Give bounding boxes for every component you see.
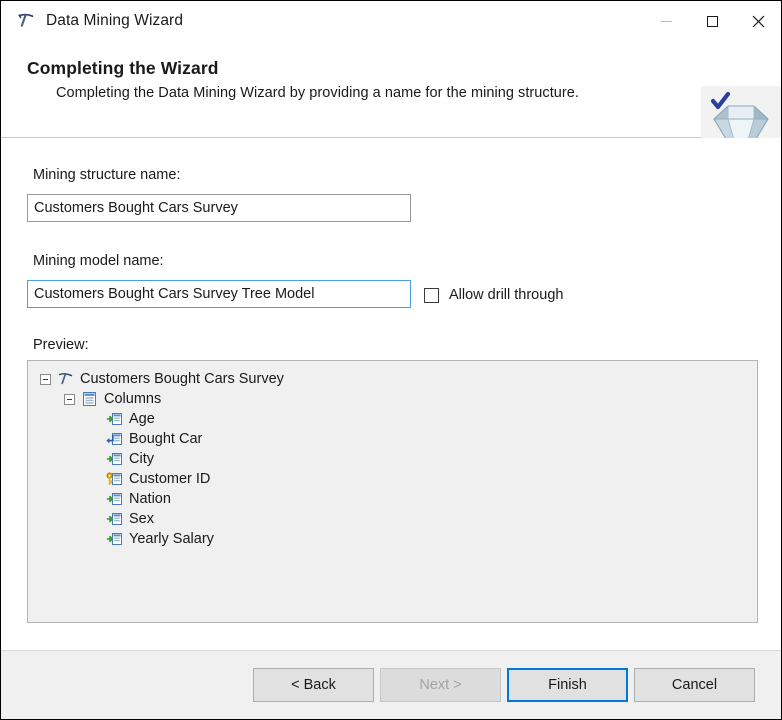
maximize-icon (707, 16, 718, 27)
tree-node-column-label: Customer ID (129, 469, 210, 490)
preview-panel[interactable]: Customers Bought Cars Survey (27, 360, 758, 623)
key-column-icon (106, 471, 123, 487)
input-column-icon (106, 411, 123, 427)
minimize-icon (661, 21, 672, 22)
data-mining-wizard-window: Data Mining Wizard Completing the Wizard… (0, 0, 782, 720)
mining-model-name-input[interactable]: Customers Bought Cars Survey Tree Model (27, 280, 411, 308)
page-subtitle: Completing the Data Mining Wizard by pro… (56, 85, 579, 101)
mining-structure-name-input[interactable]: Customers Bought Cars Survey (27, 194, 411, 222)
input-column-icon (106, 511, 123, 527)
finish-button[interactable]: Finish (507, 668, 628, 702)
title-bar: Data Mining Wizard (1, 1, 781, 41)
tree-node-column[interactable]: Nation (28, 489, 757, 509)
close-button[interactable] (735, 1, 781, 41)
tree-node-column-label: City (129, 449, 154, 470)
blue-checkmark-icon (713, 94, 728, 107)
tree-node-column-label: Nation (129, 489, 171, 510)
input-column-icon (106, 531, 123, 547)
close-icon (752, 15, 765, 28)
structure-tree: Customers Bought Cars Survey (28, 369, 757, 549)
back-button[interactable]: < Back (253, 668, 374, 702)
preview-label: Preview: (33, 337, 89, 353)
cancel-button[interactable]: Cancel (634, 668, 755, 702)
maximize-button[interactable] (689, 1, 735, 41)
tree-node-column-label: Sex (129, 509, 154, 530)
input-column-icon (106, 491, 123, 507)
page-title: Completing the Wizard (27, 58, 219, 79)
tree-node-columns-label: Columns (104, 389, 161, 410)
tree-node-column[interactable]: Sex (28, 509, 757, 529)
pickaxe-icon (15, 10, 37, 32)
expander-columns[interactable] (64, 394, 75, 405)
tree-node-column[interactable]: Age (28, 409, 757, 429)
tree-node-columns[interactable]: Columns (28, 389, 757, 409)
title-bar-left: Data Mining Wizard (1, 10, 183, 32)
tree-node-column[interactable]: Bought Car (28, 429, 757, 449)
tree-node-column[interactable]: Yearly Salary (28, 529, 757, 549)
minimize-button[interactable] (643, 1, 689, 41)
wizard-header: Completing the Wizard Completing the Dat… (1, 41, 781, 138)
tree-node-root[interactable]: Customers Bought Cars Survey (28, 369, 757, 389)
next-button: Next > (380, 668, 501, 702)
tree-node-column-label: Yearly Salary (129, 529, 214, 550)
mining-model-name-label: Mining model name: (33, 253, 164, 269)
checkbox-box (424, 288, 439, 303)
mining-structure-name-label: Mining structure name: (33, 167, 180, 183)
tree-node-column[interactable]: Customer ID (28, 469, 757, 489)
allow-drill-through-checkbox[interactable]: Allow drill through (424, 287, 563, 303)
tree-node-column[interactable]: City (28, 449, 757, 469)
window-title: Data Mining Wizard (46, 12, 183, 30)
wizard-footer: < Back Next > Finish Cancel (1, 650, 781, 719)
tree-node-root-label: Customers Bought Cars Survey (80, 369, 284, 390)
pickaxe-icon (57, 371, 74, 387)
input-column-icon (106, 451, 123, 467)
allow-drill-through-label: Allow drill through (449, 287, 563, 303)
wizard-body: Mining structure name: Customers Bought … (1, 138, 781, 650)
expander-root[interactable] (40, 374, 51, 385)
predict-column-icon (106, 431, 123, 447)
window-controls (643, 1, 781, 41)
tree-node-column-label: Bought Car (129, 429, 202, 450)
tree-node-column-label: Age (129, 409, 155, 430)
table-columns-icon (81, 391, 98, 407)
